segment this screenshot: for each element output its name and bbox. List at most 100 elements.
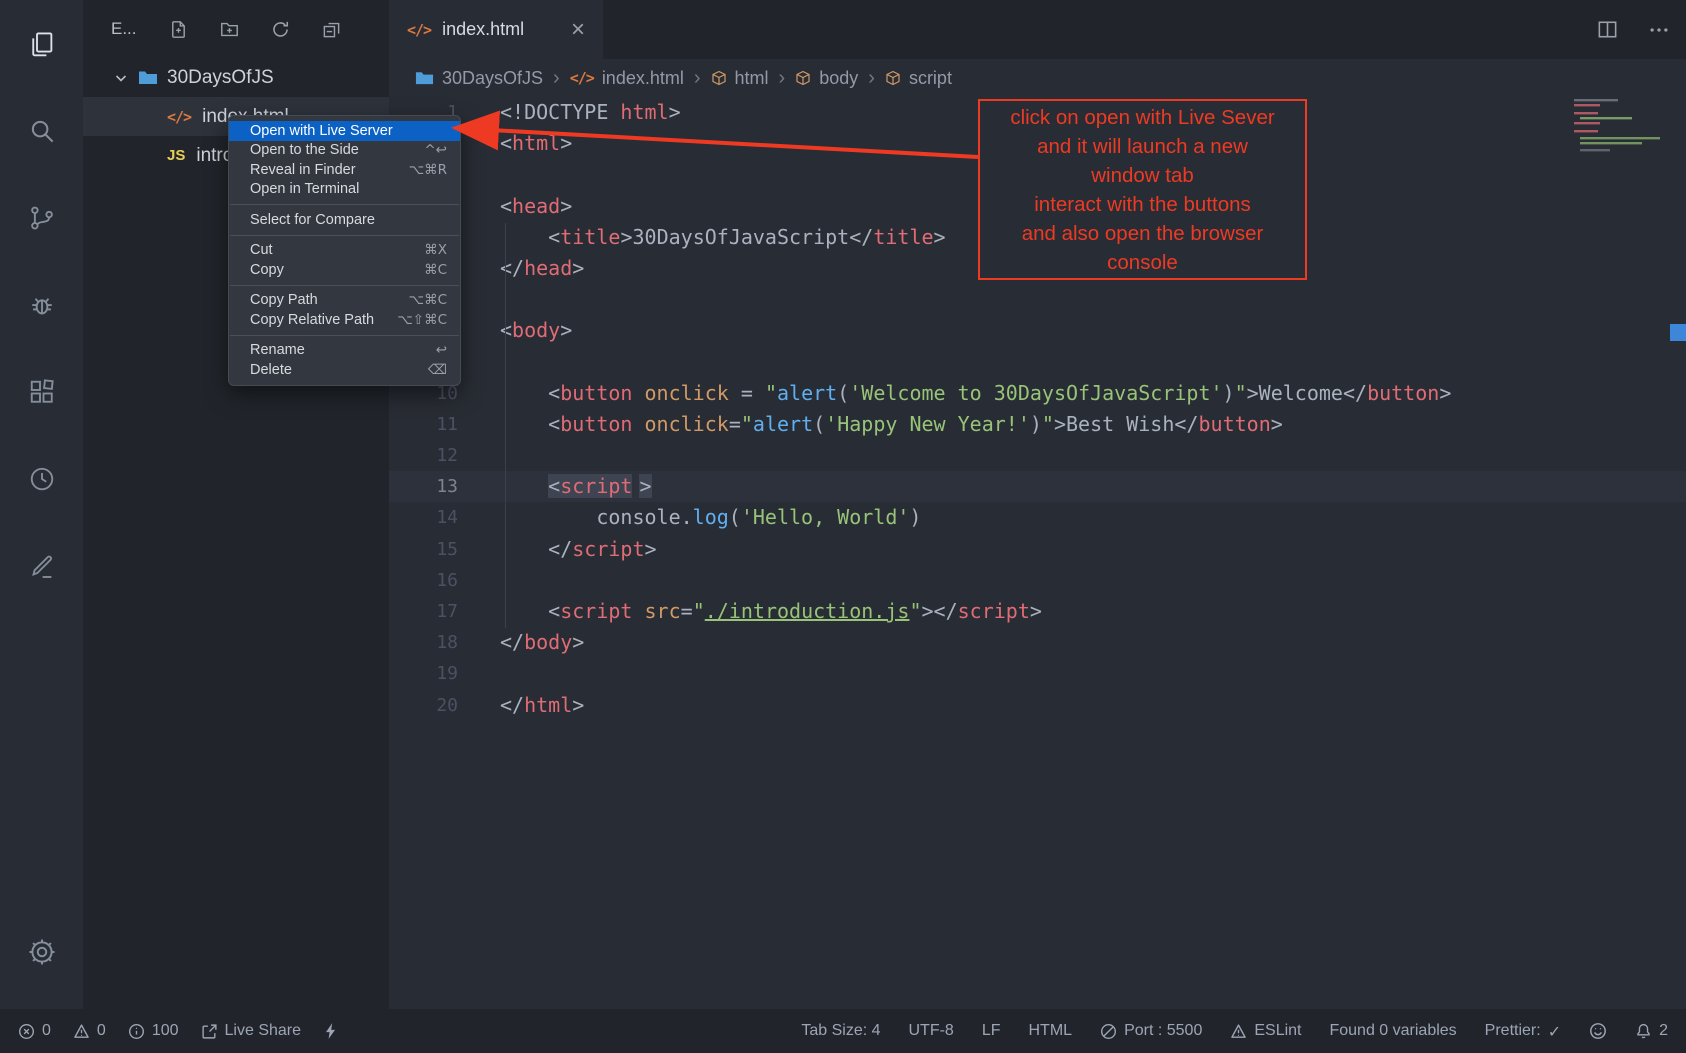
- breadcrumb-body[interactable]: body: [795, 68, 858, 89]
- status-text: Prettier:: [1485, 1022, 1541, 1040]
- status-tab-size-4[interactable]: Tab Size: 4: [801, 1022, 880, 1040]
- settings-gear-icon[interactable]: [0, 908, 83, 995]
- status-text: HTML: [1029, 1022, 1073, 1040]
- code-line-14[interactable]: 14 console.log('Hello, World'): [389, 502, 1686, 533]
- status-bolt[interactable]: [323, 1022, 338, 1040]
- menu-item-shortcut: ⌥⇧⌘C: [397, 312, 447, 328]
- code-line-18[interactable]: 18</body>: [389, 627, 1686, 658]
- js-icon: JS: [167, 147, 185, 164]
- menu-item-copy-relative-path[interactable]: Copy Relative Path ⌥⇧⌘C: [229, 310, 460, 330]
- breadcrumb-html[interactable]: html: [711, 68, 769, 89]
- status-lf[interactable]: LF: [982, 1022, 1001, 1040]
- code-text: <!DOCTYPE html>: [458, 97, 681, 128]
- search-icon[interactable]: [0, 87, 83, 174]
- check-icon: ✓: [1548, 1022, 1561, 1041]
- code-text: [458, 347, 500, 378]
- status-0[interactable]: 0: [73, 1022, 106, 1040]
- smiley-icon: [1589, 1022, 1607, 1040]
- menu-item-cut[interactable]: Cut⌘X: [229, 241, 460, 261]
- menu-item-rename[interactable]: Rename↩: [229, 341, 460, 361]
- menu-item-delete[interactable]: Delete⌫: [229, 360, 460, 380]
- menu-item-select-for-compare[interactable]: Select for Compare: [229, 210, 460, 230]
- cube-icon: [711, 70, 727, 86]
- status-utf-8[interactable]: UTF-8: [909, 1022, 954, 1040]
- status-100[interactable]: 100: [128, 1022, 179, 1040]
- run-debug-icon[interactable]: [0, 261, 83, 348]
- status-smiley[interactable]: [1589, 1022, 1607, 1040]
- breadcrumb-30daysofjs[interactable]: 30DaysOfJS: [415, 68, 543, 89]
- html-file-icon: </>: [407, 21, 431, 39]
- code-text: <button onclick="alert('Happy New Year!'…: [458, 409, 1283, 440]
- status-html[interactable]: HTML: [1029, 1022, 1073, 1040]
- code-line-16[interactable]: 16: [389, 565, 1686, 596]
- menu-item-label: Copy Relative Path: [250, 312, 374, 328]
- code-line-8[interactable]: 8<body>: [389, 315, 1686, 346]
- new-file-icon[interactable]: [169, 20, 188, 39]
- code-line-7[interactable]: 7: [389, 284, 1686, 315]
- status-live-share[interactable]: Live Share: [201, 1022, 302, 1040]
- annotation-line: window tab: [980, 161, 1305, 190]
- code-text: <button onclick = "alert('Welcome to 30D…: [458, 378, 1451, 409]
- menu-item-open-with-live-server[interactable]: Open with Live Server: [229, 121, 460, 141]
- code-text: [458, 658, 500, 689]
- collapse-all-icon[interactable]: [322, 20, 341, 39]
- code-line-13[interactable]: 13 <script>: [389, 471, 1686, 502]
- overview-ruler-marker[interactable]: [1670, 324, 1686, 341]
- line-number: 12: [389, 440, 458, 471]
- context-menu: Open with Live ServerOpen to the Side^↩R…: [228, 115, 461, 386]
- status-prettier[interactable]: Prettier: ✓: [1485, 1022, 1561, 1041]
- refresh-icon[interactable]: [271, 20, 290, 39]
- folder-row-30daysofjs[interactable]: 30DaysOfJS: [83, 58, 389, 97]
- code-text: [458, 159, 500, 190]
- code-text: <script>: [458, 471, 652, 502]
- pen-icon[interactable]: [0, 522, 83, 609]
- status-port-5500[interactable]: Port : 5500: [1100, 1022, 1202, 1040]
- folder-icon: [138, 69, 158, 86]
- line-number: 11: [389, 409, 458, 440]
- code-text: <script src="./introduction.js"></script…: [458, 596, 1042, 627]
- status-found-0-variables[interactable]: Found 0 variables: [1329, 1022, 1456, 1040]
- status-eslint[interactable]: ESLint: [1230, 1022, 1301, 1040]
- code-line-17[interactable]: 17 <script src="./introduction.js"></scr…: [389, 596, 1686, 627]
- menu-item-open-to-the-side[interactable]: Open to the Side^↩: [229, 141, 460, 161]
- menu-item-open-in-terminal[interactable]: Open in Terminal: [229, 180, 460, 200]
- code-line-11[interactable]: 11 <button onclick="alert('Happy New Yea…: [389, 409, 1686, 440]
- code-line-15[interactable]: 15 </script>: [389, 534, 1686, 565]
- status-2[interactable]: 2: [1635, 1022, 1668, 1040]
- breadcrumb-script[interactable]: script: [885, 68, 952, 89]
- menu-item-copy[interactable]: Copy⌘C: [229, 260, 460, 280]
- breadcrumb: 30DaysOfJS›</>index.html›html›body›scrip…: [389, 59, 1686, 97]
- status-text: 2: [1659, 1022, 1668, 1040]
- close-tab-icon[interactable]: ×: [571, 18, 585, 42]
- menu-item-copy-path[interactable]: Copy Path⌥⌘C: [229, 291, 460, 311]
- menu-item-label: Copy: [250, 262, 284, 278]
- code-text: console.log('Hello, World'): [458, 502, 921, 533]
- line-number: 19: [389, 658, 458, 689]
- status-0[interactable]: 0: [18, 1022, 51, 1040]
- code-line-10[interactable]: 10 <button onclick = "alert('Welcome to …: [389, 378, 1686, 409]
- more-actions-icon[interactable]: [1648, 19, 1670, 41]
- explorer-icon[interactable]: [0, 0, 83, 87]
- menu-separator: [230, 285, 459, 286]
- extensions-icon[interactable]: [0, 348, 83, 435]
- slash-icon: [1100, 1023, 1117, 1040]
- status-bar: 0 0 100 Live Share Tab Size: 4 UTF-8 LF HTML Po…: [0, 1009, 1686, 1053]
- code-line-20[interactable]: 20</html>: [389, 690, 1686, 721]
- breadcrumb-index-html[interactable]: </>index.html: [570, 68, 684, 89]
- menu-item-label: Rename: [250, 342, 305, 358]
- source-control-icon[interactable]: [0, 174, 83, 261]
- code-text: </head>: [458, 253, 584, 284]
- code-line-19[interactable]: 19: [389, 658, 1686, 689]
- clock-icon[interactable]: [0, 435, 83, 522]
- code-line-9[interactable]: 9: [389, 347, 1686, 378]
- code-line-12[interactable]: 12: [389, 440, 1686, 471]
- minimap[interactable]: [1572, 97, 1676, 160]
- new-folder-icon[interactable]: [220, 20, 239, 39]
- menu-separator: [230, 235, 459, 236]
- tab-index-html[interactable]: </> index.html ×: [389, 0, 603, 59]
- menu-item-reveal-in-finder[interactable]: Reveal in Finder⌥⌘R: [229, 160, 460, 180]
- code-text: [458, 565, 500, 596]
- annotation-line: interact with the buttons: [980, 190, 1305, 219]
- breadcrumb-label: 30DaysOfJS: [442, 68, 543, 89]
- split-editor-icon[interactable]: [1597, 19, 1618, 40]
